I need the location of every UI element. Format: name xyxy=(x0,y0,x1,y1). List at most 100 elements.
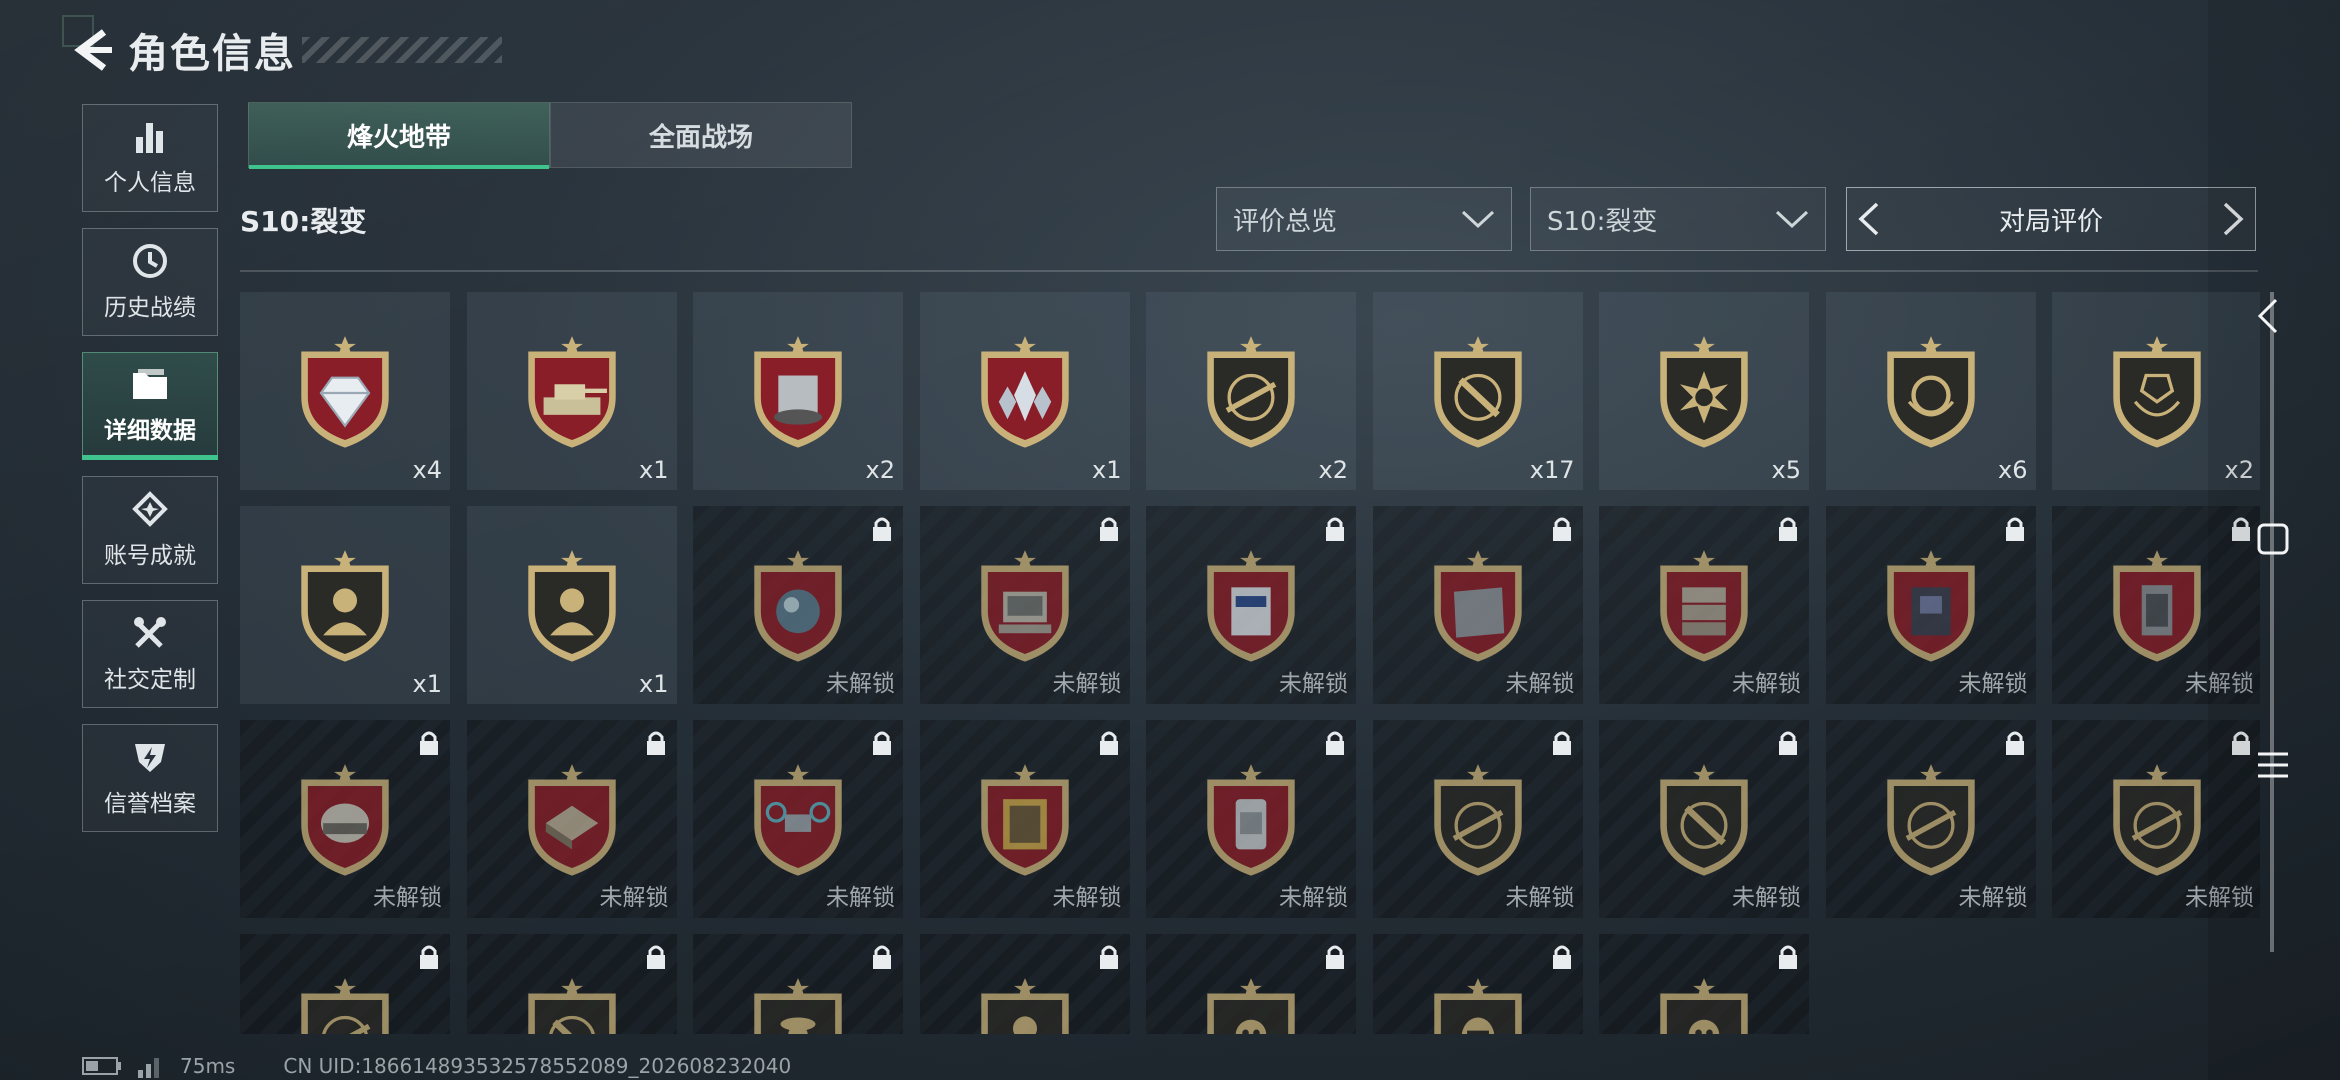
pager-label: 对局评价 xyxy=(1998,206,2103,237)
badge-cell[interactable]: 未解锁 xyxy=(1825,506,2036,704)
badge-cell[interactable]: 未解锁 xyxy=(919,720,1130,918)
page-title: 角色信息 xyxy=(128,31,296,77)
badge-cell[interactable]: x1 xyxy=(919,292,1130,490)
badge-cell[interactable]: x2 xyxy=(693,292,903,490)
locked-label: 未解锁 xyxy=(373,885,442,911)
rifle-target-badge-icon xyxy=(2102,762,2212,884)
knife-target-badge-icon xyxy=(1649,762,1759,884)
badge-cell[interactable] xyxy=(919,934,1130,1034)
badge-cell[interactable] xyxy=(240,934,450,1034)
lock-icon xyxy=(871,944,893,974)
badge-count: x4 xyxy=(412,456,442,484)
badge-cell[interactable] xyxy=(1599,934,1809,1034)
locked-label: 未解锁 xyxy=(1505,671,1575,697)
lock-icon xyxy=(1777,730,1799,760)
badge-cell[interactable]: 未解锁 xyxy=(1599,506,1809,704)
back-button[interactable] xyxy=(70,26,118,74)
badge-cell[interactable]: x1 xyxy=(240,506,450,704)
status-bar: 75ms CN UID:18661489353257855​2089_20260… xyxy=(82,1054,791,1078)
badge-cell[interactable]: 未解锁 xyxy=(1599,720,1809,918)
sidebar: 个人信息 历史战绩 详细数据 账号成就 社交定制 信誉档案 xyxy=(82,104,218,848)
badge-count: x5 xyxy=(1771,456,1801,484)
lantern-device-badge-icon xyxy=(2102,548,2212,670)
badge-count: x2 xyxy=(865,456,895,484)
badge-cell[interactable]: 未解锁 xyxy=(1146,720,1356,918)
badge-cell[interactable]: 未解锁 xyxy=(1146,506,1356,704)
ping-text: 75ms xyxy=(180,1054,236,1078)
locked-label: 未解锁 xyxy=(1732,671,1801,697)
lock-icon xyxy=(1098,516,1120,546)
badge-count: x2 xyxy=(1318,456,1348,484)
folder-icon xyxy=(133,369,167,399)
tab-full-battlefield[interactable]: 全面战场 xyxy=(550,102,852,168)
tank-badge-icon xyxy=(517,334,627,456)
badge-cell[interactable]: 未解锁 xyxy=(693,506,903,704)
badge-cell[interactable]: 未解锁 xyxy=(240,720,450,918)
badge-cell[interactable]: 未解锁 xyxy=(919,506,1130,704)
canister-badge-icon xyxy=(1196,762,1306,884)
rifle-target-badge-icon xyxy=(290,976,400,1034)
operator-bust-badge-icon xyxy=(290,548,400,670)
lock-icon xyxy=(418,944,440,974)
metal-plate-badge-icon xyxy=(1423,548,1533,670)
burst-skull-badge-icon xyxy=(1649,334,1759,456)
system-back-button[interactable] xyxy=(2256,296,2280,340)
sidebar-item-profile[interactable]: 个人信息 xyxy=(82,104,218,212)
lock-icon xyxy=(1324,944,1346,974)
badge-cell[interactable]: x4 xyxy=(240,292,450,490)
badge-cell[interactable]: 未解锁 xyxy=(1372,506,1583,704)
badge-cell[interactable]: 未解锁 xyxy=(1825,720,2036,918)
badge-cell[interactable]: x6 xyxy=(1825,292,2036,490)
badge-count: x1 xyxy=(639,456,669,484)
locked-label: 未解锁 xyxy=(1958,885,2028,911)
sidebar-item-social[interactable]: 社交定制 xyxy=(82,600,218,708)
badge-count: x1 xyxy=(1092,456,1122,484)
locked-label: 未解锁 xyxy=(826,885,895,911)
badge-cell[interactable] xyxy=(693,934,903,1034)
locked-label: 未解锁 xyxy=(1958,671,2028,697)
header: 角色信息 xyxy=(70,20,502,80)
locked-label: 未解锁 xyxy=(1052,885,1122,911)
badge-cell[interactable]: 未解锁 xyxy=(693,720,903,918)
scrollbar[interactable] xyxy=(2270,292,2274,952)
overview-dropdown[interactable]: 评价总览 xyxy=(1216,187,1512,251)
operator-bust-badge-icon xyxy=(517,548,627,670)
badge-cell[interactable]: x2 xyxy=(1146,292,1356,490)
prev-arrow-icon[interactable] xyxy=(1857,202,1881,236)
badge-cell[interactable] xyxy=(1146,934,1356,1034)
season-dropdown[interactable]: S10:裂变 xyxy=(1530,187,1826,251)
badge-cell[interactable]: x17 xyxy=(1372,292,1583,490)
skull-badge-icon xyxy=(1649,976,1759,1034)
lock-icon xyxy=(645,944,667,974)
badge-cell[interactable]: x1 xyxy=(466,292,677,490)
sidebar-item-achievements[interactable]: 账号成就 xyxy=(82,476,218,584)
badge-cell[interactable]: x5 xyxy=(1599,292,1809,490)
lock-icon xyxy=(1324,516,1346,546)
badge-cell[interactable] xyxy=(466,934,677,1034)
chessboard-badge-icon xyxy=(517,762,627,884)
sidebar-item-details[interactable]: 详细数据 xyxy=(82,352,218,460)
badge-cell[interactable] xyxy=(1372,934,1583,1034)
circuit-board-badge-icon xyxy=(1876,548,1986,670)
badge-cell[interactable]: 未解锁 xyxy=(466,720,677,918)
chevron-down-icon xyxy=(1461,210,1495,229)
back-arrow-icon xyxy=(74,29,112,71)
lock-icon xyxy=(871,516,893,546)
laurel-emblem-badge-icon xyxy=(1876,334,1986,456)
sidebar-item-history[interactable]: 历史战绩 xyxy=(82,228,218,336)
badge-cell[interactable]: x1 xyxy=(466,506,677,704)
rifle-target-badge-icon xyxy=(1423,762,1533,884)
sidebar-item-credit[interactable]: 信誉档案 xyxy=(82,724,218,832)
title-decoration xyxy=(302,37,502,63)
lock-icon xyxy=(418,730,440,760)
drone-badge-icon xyxy=(743,762,853,884)
locked-label: 未解锁 xyxy=(1505,885,1575,911)
evaluation-pager: 对局评价 xyxy=(1846,187,2256,251)
chevron-down-icon xyxy=(1775,210,1809,229)
sidebar-item-label: 个人信息 xyxy=(104,170,196,196)
badge-cell[interactable]: 未解锁 xyxy=(1372,720,1583,918)
medal-icon xyxy=(132,491,168,527)
lock-icon xyxy=(1777,944,1799,974)
lock-icon xyxy=(1551,730,1573,760)
tab-warzone[interactable]: 烽火地带 xyxy=(248,102,550,169)
